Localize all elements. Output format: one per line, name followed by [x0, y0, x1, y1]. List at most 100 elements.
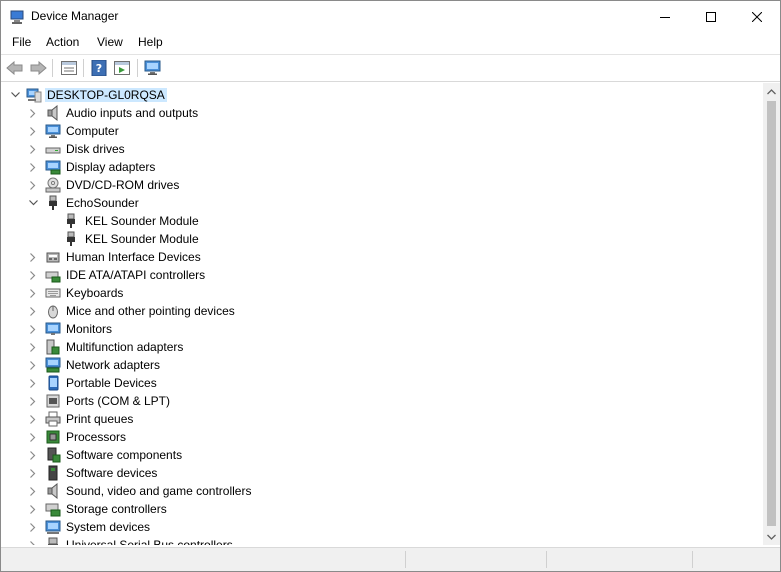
- help-icon: ?: [91, 60, 107, 76]
- chevron-right-icon[interactable]: [26, 124, 40, 138]
- scroll-down-button[interactable]: [763, 528, 780, 545]
- software-component-icon: [45, 447, 61, 463]
- menu-help[interactable]: Help: [138, 35, 163, 49]
- chevron-right-icon[interactable]: [26, 538, 40, 545]
- action-view-button[interactable]: [112, 58, 132, 78]
- keyboard-icon: [45, 285, 61, 301]
- tree-category[interactable]: Audio inputs and outputs: [1, 104, 761, 122]
- chevron-right-icon[interactable]: [26, 484, 40, 498]
- chevron-right-icon[interactable]: [26, 430, 40, 444]
- chevron-right-icon[interactable]: [26, 250, 40, 264]
- vertical-scrollbar[interactable]: [763, 83, 780, 545]
- display-adapter-icon: [45, 159, 61, 175]
- chevron-right-icon[interactable]: [26, 394, 40, 408]
- hid-icon: [45, 249, 61, 265]
- chevron-right-icon[interactable]: [26, 160, 40, 174]
- tree-category-label: Sound, video and game controllers: [66, 484, 252, 498]
- tree-category[interactable]: Display adapters: [1, 158, 761, 176]
- tree-category-label: Portable Devices: [66, 376, 157, 390]
- title-bar[interactable]: Device Manager: [1, 1, 780, 32]
- chevron-right-icon[interactable]: [26, 448, 40, 462]
- tree-category[interactable]: Disk drives: [1, 140, 761, 158]
- tree-device-label: KEL Sounder Module: [85, 214, 199, 228]
- chevron-right-icon[interactable]: [26, 502, 40, 516]
- scroll-up-button[interactable]: [763, 83, 780, 100]
- tree-category[interactable]: Human Interface Devices: [1, 248, 761, 266]
- tree-category[interactable]: Monitors: [1, 320, 761, 338]
- tree-category[interactable]: Print queues: [1, 410, 761, 428]
- chevron-down-icon: [767, 534, 776, 540]
- minimize-button[interactable]: [642, 1, 688, 32]
- portable-device-icon: [45, 375, 61, 391]
- tree-category[interactable]: Universal Serial Bus controllers: [1, 536, 761, 545]
- usb-plug-icon: [63, 213, 79, 229]
- chevron-right-icon[interactable]: [26, 178, 40, 192]
- monitor-scan-icon: [144, 60, 161, 75]
- storage-controller-icon: [45, 501, 61, 517]
- tree-category[interactable]: Software components: [1, 446, 761, 464]
- chevron-right-icon[interactable]: [26, 142, 40, 156]
- tree-category[interactable]: Sound, video and game controllers: [1, 482, 761, 500]
- tree-device-label: KEL Sounder Module: [85, 232, 199, 246]
- chevron-right-icon[interactable]: [26, 304, 40, 318]
- maximize-icon: [706, 11, 716, 22]
- tree-category[interactable]: Computer: [1, 122, 761, 140]
- tree-category[interactable]: Network adapters: [1, 356, 761, 374]
- back-button[interactable]: [5, 58, 25, 78]
- computer-root-icon: [26, 87, 42, 103]
- forward-button[interactable]: [28, 58, 48, 78]
- chevron-down-icon[interactable]: [8, 88, 22, 102]
- chevron-right-icon[interactable]: [26, 520, 40, 534]
- menu-view[interactable]: View: [97, 35, 123, 49]
- status-pane: [405, 551, 546, 568]
- chevron-down-icon[interactable]: [26, 196, 40, 210]
- help-button[interactable]: ?: [89, 58, 109, 78]
- tree-category[interactable]: Ports (COM & LPT): [1, 392, 761, 410]
- show-hide-tree-button[interactable]: [59, 58, 79, 78]
- sound-controller-icon: [45, 482, 61, 500]
- tree-category[interactable]: System devices: [1, 518, 761, 536]
- chevron-right-icon[interactable]: [26, 106, 40, 120]
- chevron-right-icon[interactable]: [26, 268, 40, 282]
- tree-category-label: Audio inputs and outputs: [66, 106, 199, 120]
- chevron-right-icon[interactable]: [26, 376, 40, 390]
- tree-category[interactable]: Keyboards: [1, 284, 761, 302]
- chevron-right-icon[interactable]: [26, 358, 40, 372]
- tree-device[interactable]: KEL Sounder Module: [1, 212, 761, 230]
- menu-file[interactable]: File: [12, 35, 31, 49]
- tree-device[interactable]: KEL Sounder Module: [1, 230, 761, 248]
- tree-category-label: Monitors: [66, 322, 113, 336]
- dvd-drive-icon: [45, 177, 61, 193]
- tree-category[interactable]: IDE ATA/ATAPI controllers: [1, 266, 761, 284]
- close-button[interactable]: [734, 1, 780, 32]
- tree-category[interactable]: EchoSounder: [1, 194, 761, 212]
- tree-category[interactable]: Storage controllers: [1, 500, 761, 518]
- svg-text:?: ?: [96, 62, 102, 75]
- device-tree[interactable]: DESKTOP-GL0RQSA Audio inputs and outputs C…: [1, 83, 763, 545]
- menu-action[interactable]: Action: [46, 35, 79, 49]
- tree-root[interactable]: DESKTOP-GL0RQSA: [1, 86, 761, 104]
- maximize-button[interactable]: [688, 1, 734, 32]
- device-manager-icon: [9, 9, 25, 25]
- tree-category[interactable]: Multifunction adapters: [1, 338, 761, 356]
- tree-category[interactable]: DVD/CD-ROM drives: [1, 176, 761, 194]
- properties-view-icon: [61, 61, 77, 75]
- chevron-right-icon[interactable]: [26, 322, 40, 336]
- tree-root-label: DESKTOP-GL0RQSA: [45, 88, 167, 102]
- network-adapter-icon: [45, 357, 61, 373]
- monitor-icon: [45, 321, 61, 337]
- tree-category[interactable]: Mice and other pointing devices: [1, 302, 761, 320]
- tree-category[interactable]: Software devices: [1, 464, 761, 482]
- processor-icon: [45, 429, 61, 445]
- status-pane: [692, 551, 779, 568]
- chevron-right-icon[interactable]: [26, 340, 40, 354]
- multifunction-icon: [45, 339, 61, 355]
- tree-category[interactable]: Processors: [1, 428, 761, 446]
- tree-category-label: Network adapters: [66, 358, 161, 372]
- tree-category[interactable]: Portable Devices: [1, 374, 761, 392]
- chevron-right-icon[interactable]: [26, 286, 40, 300]
- scrollbar-thumb[interactable]: [767, 101, 776, 526]
- scan-hardware-button[interactable]: [143, 58, 163, 78]
- chevron-right-icon[interactable]: [26, 466, 40, 480]
- chevron-right-icon[interactable]: [26, 412, 40, 426]
